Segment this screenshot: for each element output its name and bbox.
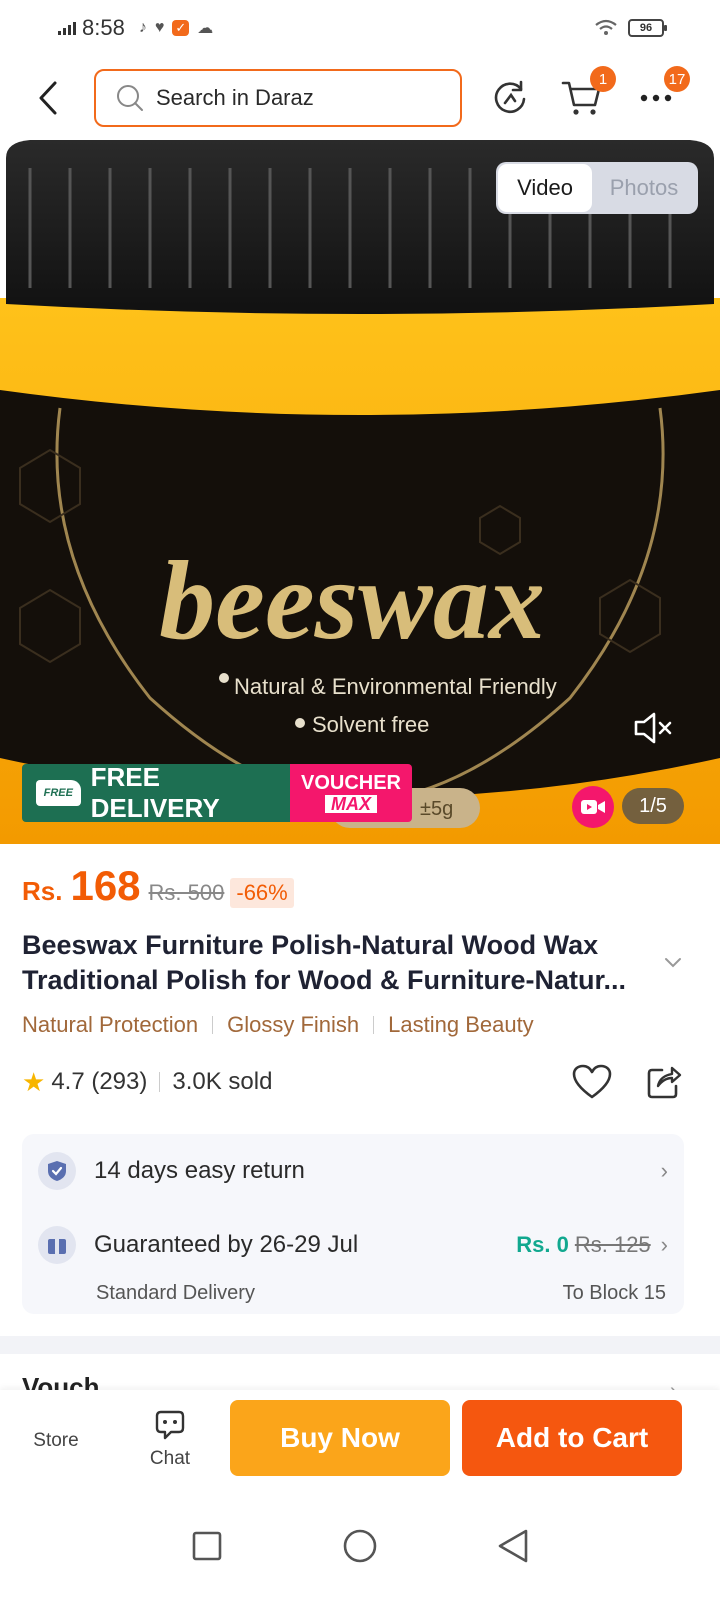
product-media[interactable]: beeswax Natural & Environmental Friendly…: [0, 138, 720, 844]
status-bar: 8:58 ♪ ♥ ✓ ☁ 96: [0, 0, 720, 56]
rating-value[interactable]: 4.7 (293): [51, 1068, 147, 1096]
image-tagline-1: Natural & Environmental Friendly: [234, 674, 557, 699]
video-camera-icon: [581, 800, 605, 814]
tab-video[interactable]: Video: [498, 164, 592, 212]
tag-natural-protection: Natural Protection: [22, 1012, 199, 1037]
delivery-truck-icon: FREE: [36, 780, 81, 806]
bottom-action-bar: Store Chat Buy Now Add to Cart: [0, 1390, 720, 1492]
voucher-text: VOUCHER: [300, 772, 401, 794]
delivery-fee-original: Rs. 125: [574, 1232, 651, 1257]
next-section-title: Vouch: [22, 1372, 100, 1390]
media-counter: 1/5: [622, 788, 684, 824]
signal-icon: [58, 21, 76, 35]
chevron-right-icon: ›: [660, 1158, 668, 1183]
cart-button[interactable]: 1: [560, 66, 616, 120]
refresh-icon: [494, 80, 526, 114]
store-label: Store: [33, 1430, 79, 1451]
discount-badge: -66%: [230, 878, 294, 908]
circle-icon: [343, 1529, 377, 1563]
tab-photos[interactable]: Photos: [592, 164, 696, 212]
free-delivery-text: FREE DELIVERY: [90, 764, 220, 822]
mute-icon[interactable]: [632, 710, 674, 746]
system-nav-bar: [0, 1492, 720, 1600]
delivery-row[interactable]: Guaranteed by 26-29 Jul Rs. 0 Rs. 125 ›: [38, 1226, 668, 1264]
battery-level: 96: [639, 22, 653, 34]
price-row: Rs. 168 Rs. 500 -66%: [22, 862, 294, 910]
more-button[interactable]: 17: [634, 66, 690, 120]
rating-row: ★ 4.7 (293) 3.0K sold: [22, 1064, 682, 1100]
delivery-fee: Rs. 0: [516, 1232, 569, 1257]
image-weight: ±5g: [420, 798, 453, 820]
top-header: Search in Daraz 1 17: [0, 56, 720, 140]
rating-divider: [159, 1072, 161, 1092]
more-count-badge: 17: [664, 66, 690, 92]
delivery-location: To Block 15: [562, 1282, 666, 1304]
back-nav-button[interactable]: [491, 1524, 535, 1568]
price-currency: Rs.: [22, 876, 63, 906]
status-time: 8:58: [82, 15, 125, 40]
shield-check-icon: [38, 1152, 76, 1190]
free-delivery-voucher-banner: FREE FREE DELIVERY VOUCHER MAX: [22, 764, 412, 822]
search-icon: [117, 85, 143, 111]
chevron-left-icon: [39, 81, 57, 115]
search-input[interactable]: Search in Daraz: [94, 69, 462, 127]
wifi-icon: [595, 19, 617, 35]
free-delivery-badge: FREE FREE DELIVERY: [22, 764, 290, 822]
original-price: Rs. 500: [148, 880, 225, 905]
chevron-down-icon[interactable]: [662, 952, 684, 972]
free-badge-text: FREE: [43, 787, 73, 799]
tag-lasting-beauty: Lasting Beauty: [388, 1012, 534, 1037]
cloud-icon: ☁: [197, 20, 214, 37]
tiktok-icon: ♪: [138, 19, 147, 36]
service-info-card: 14 days easy return › Guaranteed by 26-2…: [22, 1134, 684, 1314]
delivery-type: Standard Delivery: [96, 1282, 255, 1304]
return-policy-text: 14 days easy return: [94, 1157, 305, 1184]
home-button[interactable]: [338, 1524, 382, 1568]
back-button[interactable]: [28, 78, 68, 118]
chat-button[interactable]: Chat: [130, 1408, 210, 1470]
tag-divider: [373, 1016, 375, 1034]
image-tagline-2: Solvent free: [312, 712, 429, 737]
refresh-button[interactable]: [488, 76, 532, 120]
sold-count: 3.0K sold: [172, 1068, 273, 1095]
share-icon[interactable]: [646, 1064, 682, 1100]
chat-label: Chat: [149, 1448, 191, 1469]
video-indicator[interactable]: [572, 786, 614, 828]
buy-now-button[interactable]: Buy Now: [230, 1400, 450, 1476]
tag-divider: [212, 1016, 214, 1034]
search-placeholder: Search in Daraz: [156, 85, 314, 110]
store-button[interactable]: Store: [16, 1430, 96, 1452]
more-icon: [640, 94, 672, 102]
product-title[interactable]: Beeswax Furniture Polish-Natural Wood Wa…: [22, 928, 652, 998]
add-to-cart-button[interactable]: Add to Cart: [462, 1400, 682, 1476]
return-policy-row[interactable]: 14 days easy return ›: [38, 1152, 668, 1190]
delivery-guarantee-text: Guaranteed by 26-29 Jul: [94, 1231, 359, 1258]
tag-glossy-finish: Glossy Finish: [227, 1012, 360, 1037]
media-type-toggle: Video Photos: [496, 162, 698, 214]
product-tags: Natural Protection Glossy Finish Lasting…: [22, 1012, 534, 1038]
chat-icon: [155, 1410, 185, 1440]
voucher-max-badge: VOUCHER MAX: [290, 764, 412, 822]
product-image: beeswax Natural & Environmental Friendly…: [0, 140, 720, 844]
current-price: 168: [70, 862, 141, 909]
voucher-max-text: MAX: [325, 795, 377, 813]
brand-text: beeswax: [159, 539, 545, 663]
wishlist-heart-icon[interactable]: [572, 1064, 612, 1100]
cart-count-badge: 1: [590, 66, 616, 92]
square-icon: [192, 1531, 221, 1561]
triangle-back-icon: [499, 1529, 528, 1563]
star-icon: ★: [22, 1066, 46, 1097]
recent-apps-button[interactable]: [185, 1524, 229, 1568]
section-divider: [0, 1336, 720, 1354]
app-notification-icon: ✓: [172, 20, 190, 36]
battery-icon: 96: [628, 19, 667, 37]
delivery-box-icon: [38, 1226, 76, 1264]
chevron-right-icon: ›: [670, 1380, 684, 1390]
chevron-right-icon: ›: [660, 1232, 668, 1257]
heart-app-icon: ♥: [154, 19, 165, 36]
